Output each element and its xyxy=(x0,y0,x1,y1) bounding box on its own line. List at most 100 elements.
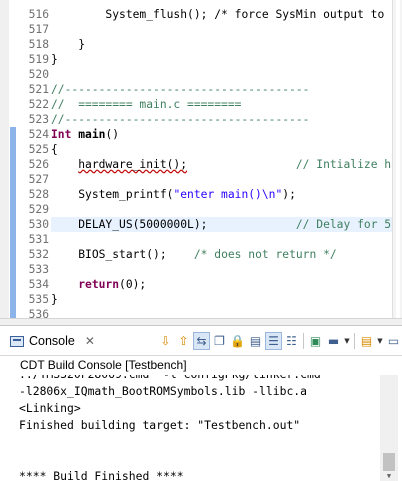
line-number: 522 xyxy=(28,98,49,111)
line-number: 533 xyxy=(28,263,49,276)
tab-console[interactable]: Console ✕ xyxy=(6,330,101,352)
console-output[interactable]: ../TMS320F28069.cmd" -l"configPkg/linker… xyxy=(0,375,390,481)
open-console-icon[interactable]: ▤ xyxy=(358,332,375,350)
code-text: () xyxy=(105,128,120,141)
toolbar-separator xyxy=(354,333,355,349)
minimize-icon[interactable]: ▭ xyxy=(385,332,402,350)
console-toolbar: ⇩⇧⇆❐🔒▤☰☷▣▬▼▤▼▭□ xyxy=(157,331,402,351)
code-comment: // Intialize hardware xyxy=(295,158,402,171)
line-number: 518 xyxy=(28,38,49,51)
code-comment: //------------------------------------ xyxy=(51,113,310,126)
code-line: // ======== main.c ======== xyxy=(51,97,402,112)
line-number: 529 xyxy=(28,203,49,216)
close-icon[interactable]: ✕ xyxy=(85,334,95,348)
ruler-change-marker xyxy=(10,202,16,217)
line-number: 520 xyxy=(28,68,49,81)
code-text: ); xyxy=(282,188,296,201)
scroll-lock-icon[interactable]: 🔒 xyxy=(229,332,246,350)
code-line: } xyxy=(51,37,402,52)
code-text: DELAY_US(5000000L); xyxy=(78,218,208,231)
code-text: BIOS_start(); xyxy=(78,248,167,261)
code-line: { xyxy=(51,142,402,157)
code-line: //------------------------------------ xyxy=(51,112,402,127)
code-comment: // ======== main.c ======== xyxy=(51,98,242,111)
code-line: System_flush(); /* force SysMin output t… xyxy=(51,7,402,22)
line-number: 531 xyxy=(28,233,49,246)
view-sash[interactable] xyxy=(0,318,402,325)
ruler-change-marker xyxy=(10,127,16,142)
code-text: } xyxy=(78,38,86,51)
ruler-change-marker xyxy=(10,142,16,157)
ruler-change-marker xyxy=(10,172,16,187)
ruler-change-marker xyxy=(10,292,16,307)
word-wrap-icon[interactable]: ☰ xyxy=(265,332,282,350)
next-error-icon[interactable]: ⇩ xyxy=(157,332,174,350)
code-text: } xyxy=(51,293,58,306)
console-output-line: <Linking> xyxy=(19,401,81,415)
editor-vertical-scrollbar[interactable] xyxy=(392,0,402,318)
annotation-ruler[interactable] xyxy=(0,0,19,318)
code-text: { xyxy=(51,143,58,156)
console-vertical-scrollbar[interactable]: ▼ xyxy=(380,375,398,481)
console-view: Console ✕ ⇩⇧⇆❐🔒▤☰☷▣▬▼▤▼▭□ CDT Build Cons… xyxy=(0,325,402,481)
line-number: 523 xyxy=(28,113,49,126)
code-comment: /* does not return */ xyxy=(193,248,337,261)
console-icon xyxy=(10,335,24,347)
code-line: BIOS_start(); /* does not return */ xyxy=(51,247,402,262)
code-text: } xyxy=(51,53,58,66)
line-number-gutter: 516 517 518 519 520 521 522 523 524 525 526 527 528 5… xyxy=(19,0,49,318)
line-number: 525 xyxy=(28,143,49,156)
line-number: 524 xyxy=(28,128,49,141)
previous-error-icon[interactable]: ⇧ xyxy=(175,332,192,350)
code-text: (0); xyxy=(119,278,147,291)
console-tab-label: Console xyxy=(29,334,75,348)
line-number: 526 xyxy=(28,158,49,171)
show-on-output-icon[interactable]: ☷ xyxy=(283,332,300,350)
code-keyword: Int xyxy=(51,128,72,141)
code-line: DELAY_US(5000000L); // Delay for 5s xyxy=(51,217,402,232)
console-output-line: -l2806x_IQmath_BootROMSymbols.lib -llibc… xyxy=(19,384,308,398)
line-number: 519 xyxy=(28,53,49,66)
line-number: 535 xyxy=(28,293,49,306)
console-scrollbar-thumb[interactable] xyxy=(383,453,395,471)
code-area[interactable]: System_flush(); /* force SysMin output t… xyxy=(51,0,402,318)
line-number: 532 xyxy=(28,248,49,261)
code-comment: //------------------------------------ xyxy=(51,83,310,96)
copy-icon[interactable]: ❐ xyxy=(211,332,228,350)
display-console-dropdown-icon[interactable]: ▼ xyxy=(343,332,351,350)
pin-console-icon[interactable]: ▣ xyxy=(307,332,324,350)
line-number: 528 xyxy=(28,188,49,201)
code-text: System_flush(); /* force SysMin output t… xyxy=(105,8,402,21)
line-number: 517 xyxy=(28,23,49,36)
clear-icon[interactable]: ▤ xyxy=(247,332,264,350)
open-console-dropdown-icon[interactable]: ▼ xyxy=(376,332,384,350)
console-output-line: Finished building target: "Testbench.out… xyxy=(19,418,301,432)
editor-scrollbar-thumb[interactable] xyxy=(396,0,400,318)
ruler-change-marker xyxy=(10,217,16,232)
code-line: System_printf("enter main()\n"); xyxy=(51,187,402,202)
link-icon[interactable]: ⇆ xyxy=(193,332,210,350)
line-number: 521 xyxy=(28,83,49,96)
console-tab-bar: Console ✕ ⇩⇧⇆❐🔒▤☰☷▣▬▼▤▼▭□ xyxy=(0,326,402,356)
code-string: "enter main()\n" xyxy=(173,188,283,201)
code-line: //------------------------------------ xyxy=(51,82,402,97)
ruler-change-marker xyxy=(10,232,16,247)
code-line: Int main() xyxy=(51,127,402,142)
code-comment: // Delay for 5s xyxy=(295,218,398,231)
code-editor[interactable]: 516 517 518 519 520 521 522 523 524 525 526 527 528 5… xyxy=(0,0,402,318)
toolbar-separator xyxy=(303,333,304,349)
line-number: 534 xyxy=(28,278,49,291)
code-line: } xyxy=(51,52,402,67)
ruler-change-marker xyxy=(10,262,16,277)
line-number: 527 xyxy=(28,173,49,186)
console-title: CDT Build Console [Testbench] xyxy=(20,358,187,372)
display-console-icon[interactable]: ▬ xyxy=(325,332,342,350)
ruler-change-marker xyxy=(10,247,16,262)
code-text: hardware_init(); xyxy=(78,158,188,171)
